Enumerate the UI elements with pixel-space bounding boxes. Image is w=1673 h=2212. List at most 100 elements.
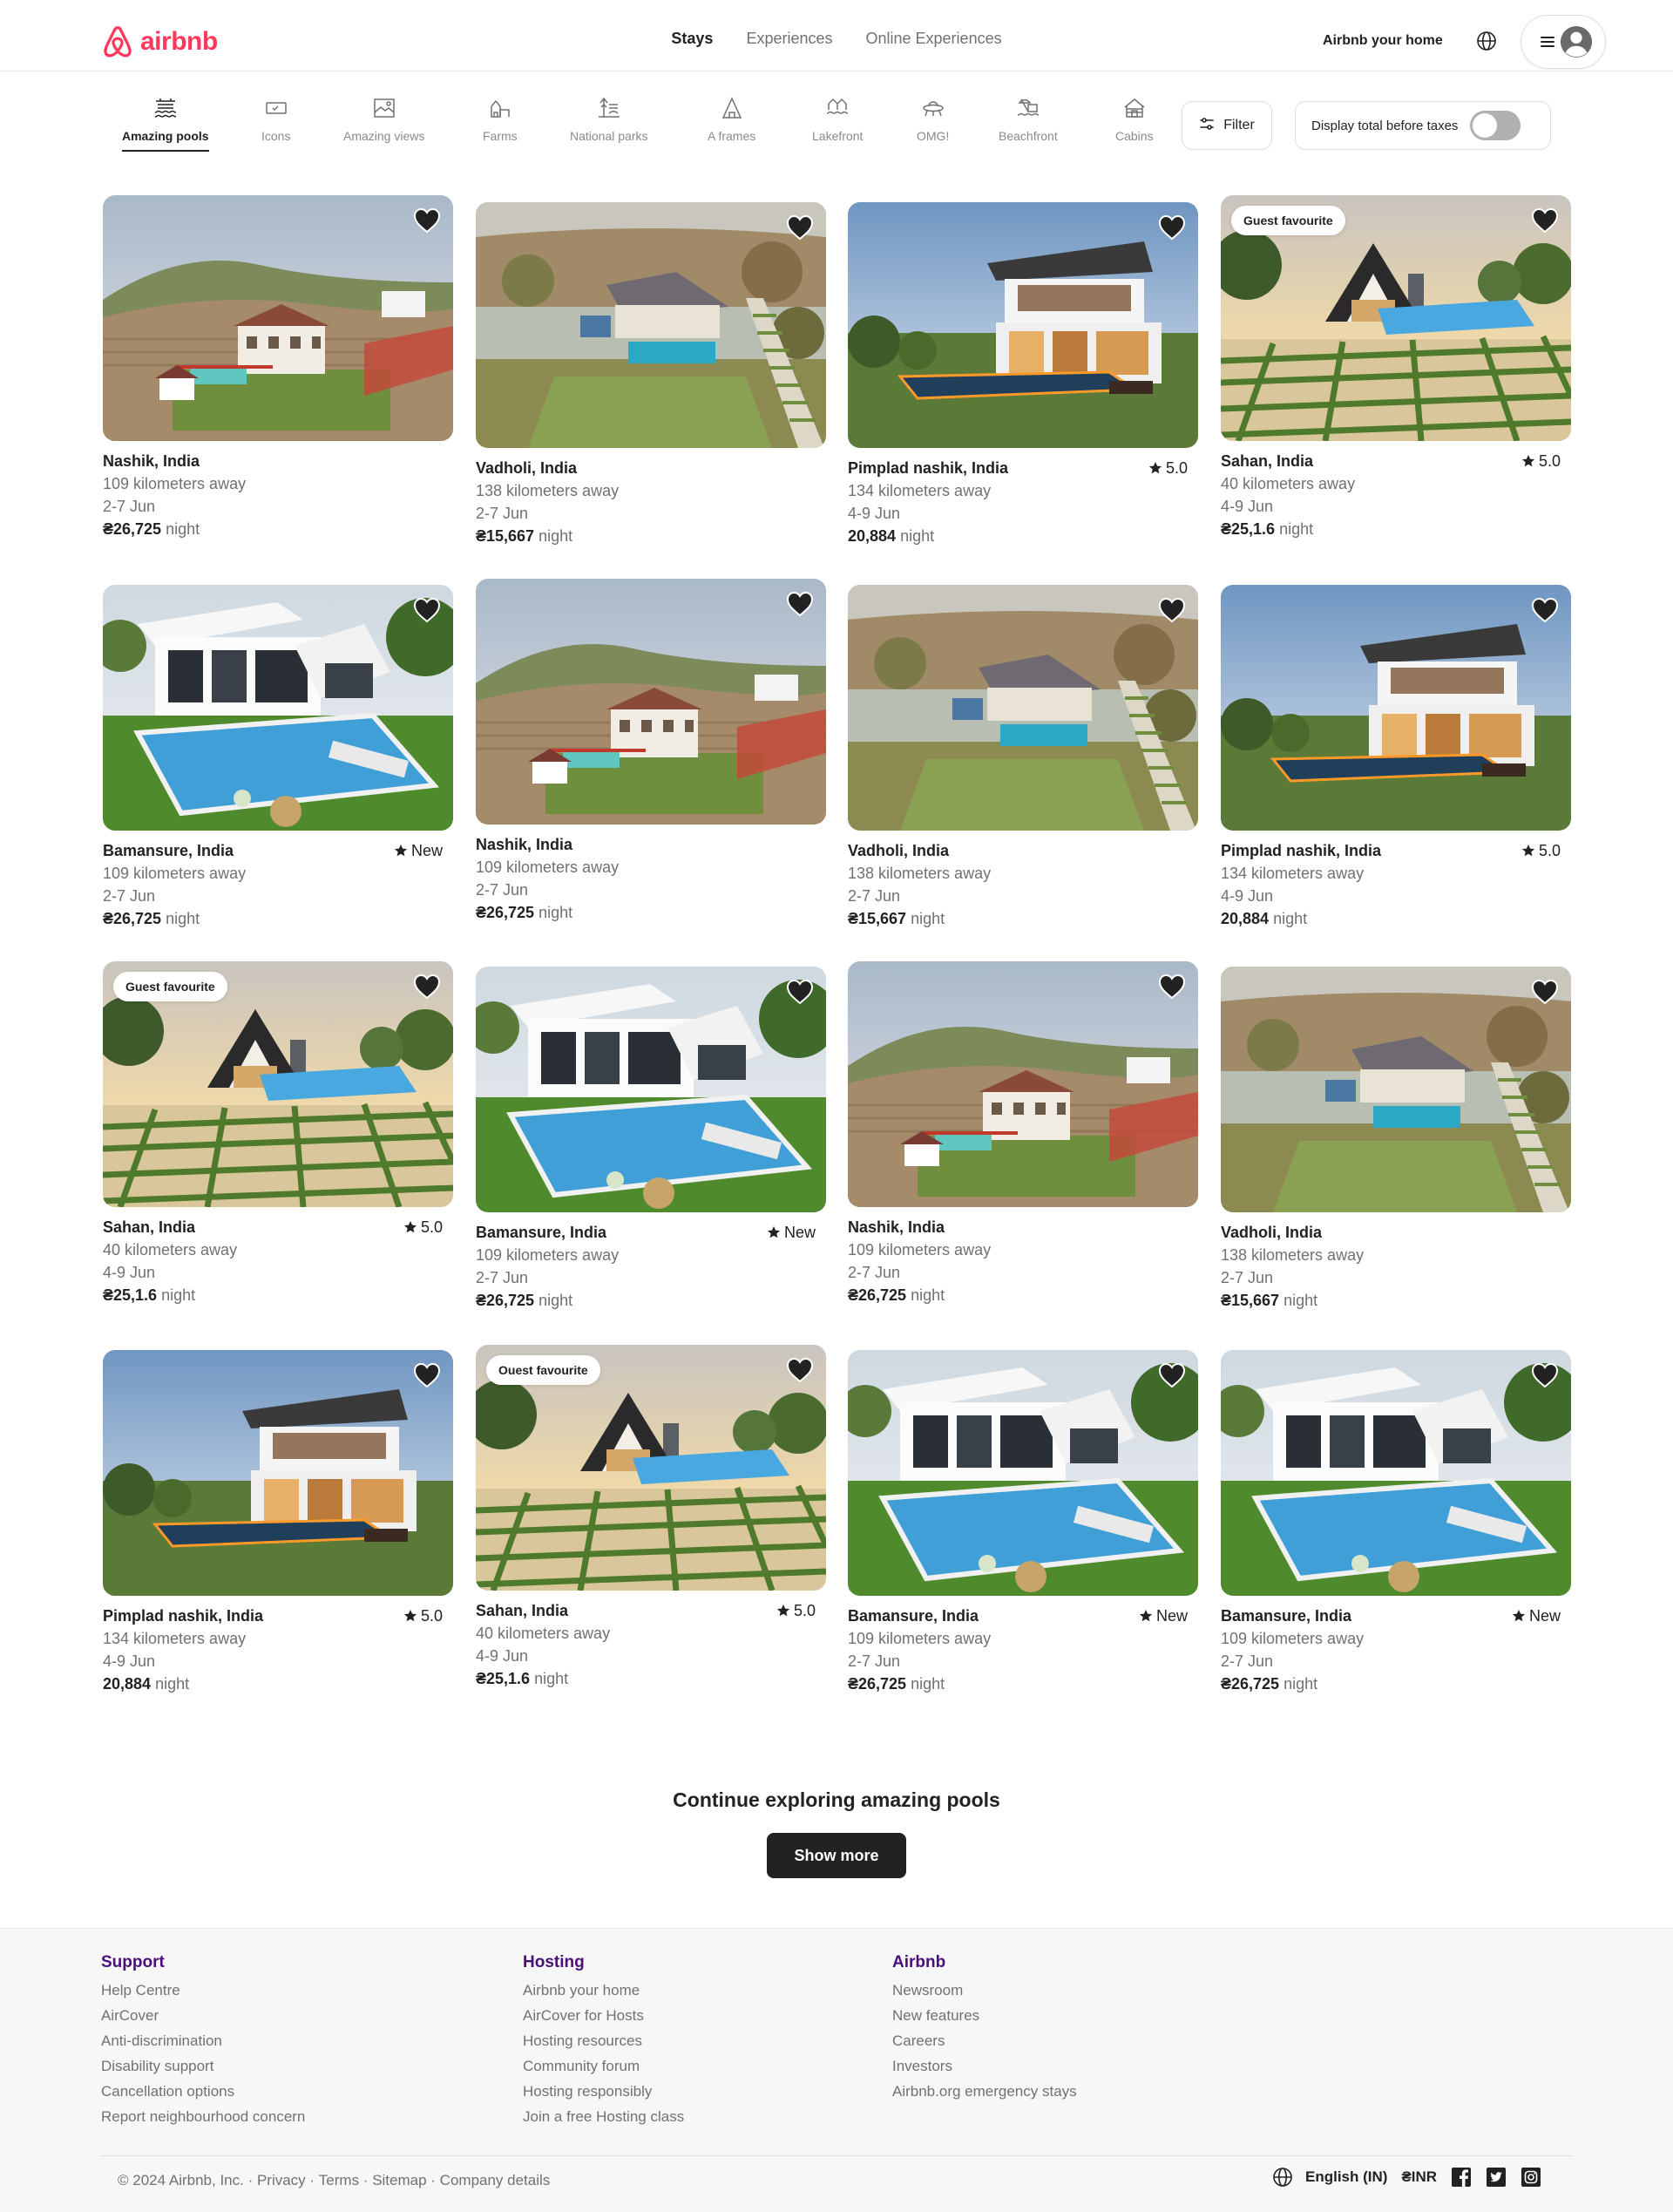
heart-icon[interactable]: [1531, 979, 1559, 1005]
listing-title[interactable]: Vadholi, India: [1221, 1221, 1571, 1244]
terms-link[interactable]: Terms: [319, 2172, 359, 2189]
listing-photo[interactable]: [103, 195, 453, 441]
heart-icon[interactable]: [413, 1362, 441, 1388]
currency-selector[interactable]: ₴INR: [1401, 2168, 1437, 2186]
airbnb-your-home-link[interactable]: Airbnb your home: [1323, 33, 1443, 49]
listing-card[interactable]: Vadholi, India 138 kilometers away 2-7 J…: [848, 585, 1198, 930]
listing-photo[interactable]: [848, 585, 1198, 831]
listing-title[interactable]: Nashik, India: [848, 1216, 1198, 1238]
footer-link[interactable]: Community forum: [523, 2053, 684, 2079]
airbnb-logo[interactable]: airbnb: [100, 24, 218, 59]
filter-button[interactable]: Filter: [1182, 101, 1272, 150]
footer-link[interactable]: AirCover: [101, 2003, 305, 2028]
tab-stays[interactable]: Stays: [671, 30, 713, 48]
listing-title[interactable]: Pimplad nashik, India: [848, 457, 1198, 479]
listing-photo[interactable]: Ouest favourite: [476, 1345, 826, 1591]
listing-photo[interactable]: [476, 579, 826, 824]
facebook-icon[interactable]: [1451, 2167, 1472, 2188]
listing-card[interactable]: Bamansure, India New 109 kilometers away…: [476, 967, 826, 1312]
listing-photo[interactable]: [103, 1350, 453, 1596]
listing-title[interactable]: Vadholi, India: [476, 457, 826, 479]
heart-icon[interactable]: [786, 979, 814, 1005]
listing-card[interactable]: Vadholi, India 138 kilometers away 2-7 J…: [476, 202, 826, 547]
footer-link[interactable]: Cancellation options: [101, 2079, 305, 2104]
footer-link[interactable]: Airbnb your home: [523, 1978, 684, 2003]
listing-card[interactable]: Guest favourite Sahan, India 5.0 40 kilo…: [103, 961, 453, 1306]
footer-link[interactable]: Join a free Hosting class: [523, 2104, 684, 2129]
footer-link[interactable]: Airbnb.org emergency stays: [892, 2079, 1077, 2104]
listing-card[interactable]: Pimplad nashik, India 5.0 134 kilometers…: [848, 202, 1198, 547]
twitter-icon[interactable]: [1486, 2167, 1507, 2188]
listing-photo[interactable]: [848, 202, 1198, 448]
footer-link[interactable]: Careers: [892, 2028, 1077, 2053]
footer-link[interactable]: Hosting resources: [523, 2028, 684, 2053]
category-beachfront[interactable]: Beachfront: [999, 96, 1058, 143]
listing-title[interactable]: Sahan, India: [1221, 450, 1571, 472]
listing-photo[interactable]: [1221, 585, 1571, 831]
listing-photo[interactable]: [1221, 1350, 1571, 1596]
listing-card[interactable]: Nashik, India 109 kilometers away 2-7 Ju…: [476, 579, 826, 924]
company-details-link[interactable]: Company details: [440, 2172, 551, 2189]
globe-icon[interactable]: [1476, 31, 1497, 51]
heart-icon[interactable]: [786, 214, 814, 241]
listing-photo[interactable]: [476, 967, 826, 1212]
listing-photo[interactable]: Guest favourite: [1221, 195, 1571, 441]
listing-card[interactable]: Bamansure, India New 109 kilometers away…: [848, 1350, 1198, 1695]
footer-link[interactable]: Disability support: [101, 2053, 305, 2079]
heart-icon[interactable]: [413, 597, 441, 623]
footer-link[interactable]: Newsroom: [892, 1978, 1077, 2003]
heart-icon[interactable]: [786, 591, 814, 617]
listing-card[interactable]: Pimplad nashik, India 5.0 134 kilometers…: [103, 1350, 453, 1695]
footer-link[interactable]: New features: [892, 2003, 1077, 2028]
listing-card[interactable]: Nashik, India 109 kilometers away 2-7 Ju…: [103, 195, 453, 540]
listing-photo[interactable]: [103, 585, 453, 831]
listing-title[interactable]: Sahan, India: [476, 1599, 826, 1622]
listing-photo[interactable]: Guest favourite: [103, 961, 453, 1207]
heart-icon[interactable]: [1158, 1362, 1186, 1388]
category-amazing-pools[interactable]: Amazing pools: [122, 96, 209, 152]
footer-link[interactable]: Hosting responsibly: [523, 2079, 684, 2104]
footer-link[interactable]: Anti-discrimination: [101, 2028, 305, 2053]
listing-card[interactable]: Bamansure, India New 109 kilometers away…: [103, 585, 453, 930]
listing-title[interactable]: Nashik, India: [476, 833, 826, 856]
tab-online-experiences[interactable]: Online Experiences: [866, 30, 1002, 48]
listing-title[interactable]: Sahan, India: [103, 1216, 453, 1238]
listing-card[interactable]: Ouest favourite Sahan, India 5.0 40 kilo…: [476, 1345, 826, 1690]
show-more-button[interactable]: Show more: [767, 1833, 906, 1878]
listing-photo[interactable]: [848, 961, 1198, 1207]
instagram-icon[interactable]: [1521, 2167, 1541, 2188]
category-amazing-views[interactable]: Amazing views: [343, 96, 424, 143]
category-omg[interactable]: OMG!: [917, 96, 949, 143]
listing-photo[interactable]: [848, 1350, 1198, 1596]
language-selector[interactable]: English (IN): [1305, 2168, 1387, 2186]
heart-icon[interactable]: [1531, 207, 1559, 234]
listing-title[interactable]: Vadholi, India: [848, 839, 1198, 862]
listing-photo[interactable]: [476, 202, 826, 448]
heart-icon[interactable]: [1531, 597, 1559, 623]
listing-title[interactable]: Nashik, India: [103, 450, 453, 472]
profile-menu-button[interactable]: [1521, 15, 1606, 69]
listing-card[interactable]: Nashik, India 109 kilometers away 2-7 Ju…: [848, 961, 1198, 1306]
heart-icon[interactable]: [1158, 597, 1186, 623]
heart-icon[interactable]: [1158, 214, 1186, 241]
footer-link[interactable]: Report neighbourhood concern: [101, 2104, 305, 2129]
category-icons[interactable]: Icons: [261, 96, 290, 143]
heart-icon[interactable]: [413, 207, 441, 234]
listing-card[interactable]: Pimplad nashik, India 5.0 134 kilometers…: [1221, 585, 1571, 930]
listing-card[interactable]: Vadholi, India 138 kilometers away 2-7 J…: [1221, 967, 1571, 1312]
listing-title[interactable]: Pimplad nashik, India: [103, 1605, 453, 1627]
category-cabins[interactable]: Cabins: [1115, 96, 1154, 143]
footer-link[interactable]: Help Centre: [101, 1978, 305, 2003]
heart-icon[interactable]: [1531, 1362, 1559, 1388]
heart-icon[interactable]: [413, 974, 441, 1000]
listing-card[interactable]: Guest favourite Sahan, India 5.0 40 kilo…: [1221, 195, 1571, 540]
footer-link[interactable]: Investors: [892, 2053, 1077, 2079]
globe-icon[interactable]: [1272, 2167, 1293, 2188]
category-lakefront[interactable]: Lakefront: [812, 96, 863, 143]
heart-icon[interactable]: [1158, 974, 1186, 1000]
footer-link[interactable]: AirCover for Hosts: [523, 2003, 684, 2028]
sitemap-link[interactable]: Sitemap: [372, 2172, 426, 2189]
category-national-parks[interactable]: National parks: [570, 96, 648, 143]
category-farms[interactable]: Farms: [483, 96, 518, 143]
listing-title[interactable]: Pimplad nashik, India: [1221, 839, 1571, 862]
